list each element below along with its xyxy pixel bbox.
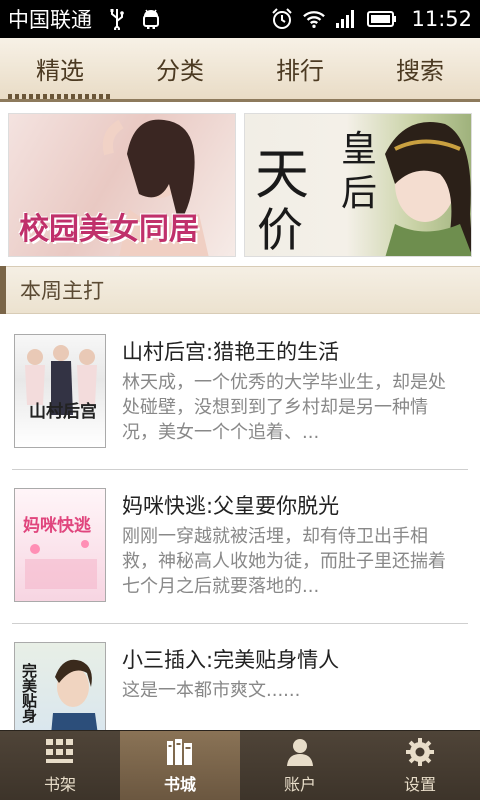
tab-categories[interactable]: 分类 bbox=[120, 38, 240, 99]
list-item[interactable]: 山村后宫 山村后宫:猎艳王的生活 林天成，一个优秀的大学毕业生，却是处处碰壁，没… bbox=[12, 316, 468, 470]
android-icon bbox=[140, 8, 162, 30]
book-list: 山村后宫 山村后宫:猎艳王的生活 林天成，一个优秀的大学毕业生，却是处处碰壁，没… bbox=[0, 316, 480, 730]
book-cover: 妈咪快逃 bbox=[14, 488, 106, 602]
gear-icon bbox=[405, 737, 435, 767]
tab-label: 搜索 bbox=[396, 57, 444, 85]
book-title: 小三插入:完美贴身情人 bbox=[122, 648, 340, 672]
banner-char: 后 bbox=[341, 173, 378, 214]
nav-settings[interactable]: 设置 bbox=[360, 731, 480, 800]
book-title: 妈咪快逃:父皇要你脱光 bbox=[122, 494, 340, 518]
grid-icon bbox=[45, 737, 75, 767]
cover-title: 山村后宫 bbox=[29, 402, 97, 422]
signal-icon bbox=[335, 8, 357, 30]
books-icon bbox=[165, 737, 195, 767]
nav-label: 书架 bbox=[43, 774, 76, 794]
tab-rankings[interactable]: 排行 bbox=[240, 38, 360, 99]
user-icon bbox=[285, 737, 315, 767]
nav-label: 书城 bbox=[163, 774, 196, 794]
usb-icon bbox=[106, 8, 128, 30]
book-cover: 完美贴身 bbox=[14, 642, 106, 730]
nav-label: 账户 bbox=[283, 774, 316, 794]
banner-title: 校园美女同居 bbox=[19, 212, 199, 247]
cover-title: 完美贴身 bbox=[20, 663, 38, 723]
battery-icon bbox=[367, 8, 397, 30]
carrier-name: 中国联通 bbox=[8, 8, 92, 32]
tab-label: 精选 bbox=[36, 57, 84, 85]
book-cover: 山村后宫 bbox=[14, 334, 106, 448]
book-title: 山村后宫:猎艳王的生活 bbox=[122, 340, 340, 364]
cover-art bbox=[25, 540, 97, 589]
alarm-icon bbox=[271, 8, 293, 30]
tab-search[interactable]: 搜索 bbox=[360, 38, 480, 99]
banner-priceless-empress[interactable]: 天 价 皇 后 bbox=[244, 113, 472, 257]
bottom-nav: 书架 书城 账户 设置 bbox=[0, 730, 480, 800]
top-tab-bar: 精选 分类 排行 搜索 bbox=[0, 38, 480, 102]
tab-featured[interactable]: 精选 bbox=[0, 38, 120, 99]
banner-char: 价 bbox=[257, 203, 303, 257]
section-accent-bar bbox=[0, 266, 6, 314]
section-title: 本周主打 bbox=[20, 279, 104, 303]
banner-campus-beauty[interactable]: 校园美女同居 bbox=[8, 113, 236, 257]
nav-label: 设置 bbox=[403, 774, 436, 794]
tab-label: 分类 bbox=[156, 57, 204, 85]
clock: 11:52 bbox=[411, 7, 472, 31]
nav-account[interactable]: 账户 bbox=[240, 731, 360, 800]
banner-row: 校园美女同居 天 价 皇 后 bbox=[0, 104, 480, 264]
tab-label: 排行 bbox=[276, 57, 324, 85]
section-header: 本周主打 bbox=[0, 266, 480, 314]
wifi-icon bbox=[303, 8, 326, 30]
status-bar: 中国联通 11:52 bbox=[0, 0, 480, 38]
book-description: 这是一本都市爽文...... bbox=[122, 680, 301, 701]
list-item[interactable]: 妈咪快逃 妈咪快逃:父皇要你脱光 刚刚一穿越就被活埋，却有侍卫出手相救，神秘高人… bbox=[12, 470, 468, 624]
nav-bookshelf[interactable]: 书架 bbox=[0, 731, 120, 800]
book-description: 刚刚一穿越就被活埋，却有侍卫出手相救，神秘高人收她为徒，而肚子里还揣着七个月之后… bbox=[122, 526, 446, 597]
cover-art bbox=[25, 345, 97, 415]
list-item[interactable]: 完美贴身 小三插入:完美贴身情人 这是一本都市爽文...... bbox=[12, 624, 468, 730]
nav-bookstore[interactable]: 书城 bbox=[120, 731, 240, 800]
book-description: 林天成，一个优秀的大学毕业生，却是处处碰壁，没想到到了乡村却是另一种情况，美女一… bbox=[122, 372, 446, 443]
